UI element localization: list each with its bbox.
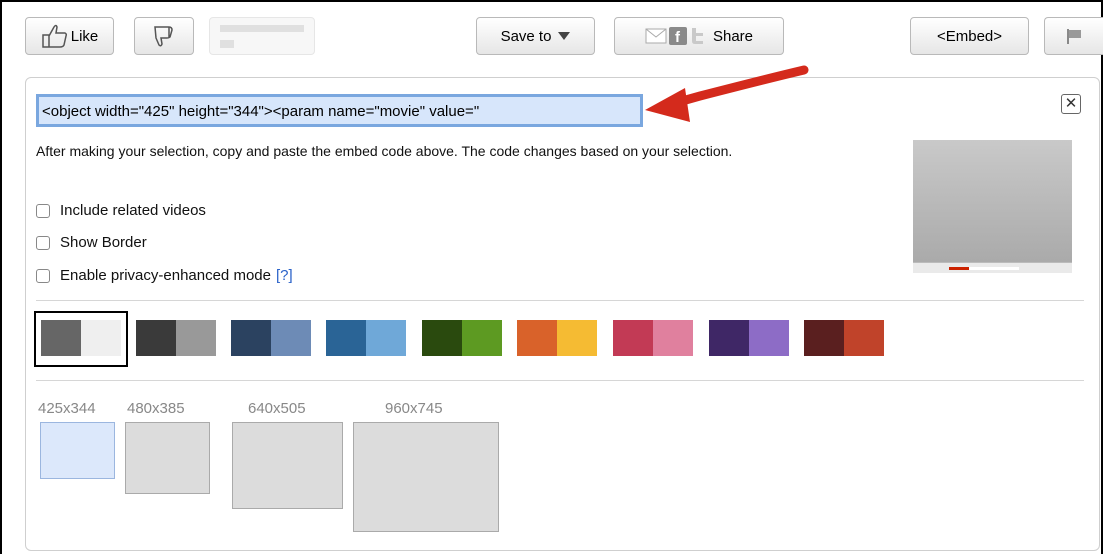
color-swatch[interactable] [709, 320, 789, 356]
swatch-right [271, 320, 311, 356]
embed-code-field[interactable]: <object width="425" height="344"><param … [36, 94, 643, 127]
size-option-960x745[interactable] [353, 422, 499, 532]
size-label-480: 480x385 [127, 400, 185, 417]
embed-code-text: <object width="425" height="344"><param … [42, 103, 480, 120]
window-border-top [0, 0, 1103, 2]
thumbs-up-icon [41, 24, 67, 48]
share-button[interactable]: f Share [614, 17, 784, 55]
thumbs-down-icon [154, 26, 173, 47]
show-border-label: Show Border [60, 234, 147, 251]
privacy-mode-label: Enable privacy-enhanced mode [60, 267, 271, 284]
size-label-960: 960x745 [385, 400, 443, 417]
option-related-videos[interactable]: Include related videos [36, 202, 206, 219]
swatch-right [81, 320, 121, 356]
swatch-right [749, 320, 789, 356]
option-show-border[interactable]: Show Border [36, 234, 147, 251]
facebook-icon: f [668, 27, 687, 45]
swatch-right [366, 320, 406, 356]
divider-bottom [36, 380, 1084, 381]
like-label: Like [70, 27, 99, 45]
color-swatch[interactable] [136, 320, 216, 356]
video-preview-controls [913, 262, 1072, 273]
window-border-left [0, 0, 2, 554]
swatch-right [176, 320, 216, 356]
video-preview-thumbnail [913, 140, 1072, 270]
twitter-icon [691, 28, 703, 44]
dislike-button[interactable] [134, 17, 194, 55]
color-swatch[interactable] [41, 320, 121, 356]
color-swatch[interactable] [804, 320, 884, 356]
email-icon [645, 28, 667, 44]
color-swatch[interactable] [231, 320, 311, 356]
caret-down-icon [558, 32, 571, 40]
color-swatch[interactable] [613, 320, 693, 356]
embed-description: After making your selection, copy and pa… [36, 143, 733, 159]
related-videos-label: Include related videos [60, 202, 206, 219]
swatch-left [517, 320, 557, 356]
color-swatch[interactable] [326, 320, 406, 356]
size-option-640x505[interactable] [232, 422, 343, 509]
size-label-640: 640x505 [248, 400, 306, 417]
swatch-left [326, 320, 366, 356]
swatch-left [613, 320, 653, 356]
swatch-right [462, 320, 502, 356]
divider-top [36, 300, 1084, 301]
swatch-right [557, 320, 597, 356]
color-swatch[interactable] [517, 320, 597, 356]
save-to-label: Save to [500, 27, 552, 45]
size-option-480x385[interactable] [125, 422, 210, 494]
close-icon[interactable]: ✕ [1061, 94, 1081, 114]
like-button[interactable]: Like [25, 17, 114, 55]
share-label: Share [712, 27, 754, 45]
option-privacy-mode[interactable]: Enable privacy-enhanced mode [?] [36, 267, 293, 284]
related-videos-checkbox[interactable] [36, 203, 50, 218]
swatch-left [804, 320, 844, 356]
embed-label: <Embed> [936, 27, 1003, 45]
size-label-425: 425x344 [38, 400, 96, 417]
swatch-right [653, 320, 693, 356]
color-swatch[interactable] [422, 320, 502, 356]
size-option-425x344[interactable] [40, 422, 115, 479]
swatch-left [136, 320, 176, 356]
flag-button[interactable] [1044, 17, 1103, 55]
swatch-left [422, 320, 462, 356]
swatch-left [231, 320, 271, 356]
privacy-mode-checkbox[interactable] [36, 268, 50, 283]
privacy-help-link[interactable]: [?] [276, 267, 293, 284]
ratings-bar-placeholder [209, 17, 315, 55]
save-to-button[interactable]: Save to [476, 17, 595, 55]
swatch-right [844, 320, 884, 356]
show-border-checkbox[interactable] [36, 235, 50, 250]
flag-icon [1067, 29, 1081, 44]
embed-button[interactable]: <Embed> [910, 17, 1029, 55]
swatch-left [709, 320, 749, 356]
swatch-left [41, 320, 81, 356]
